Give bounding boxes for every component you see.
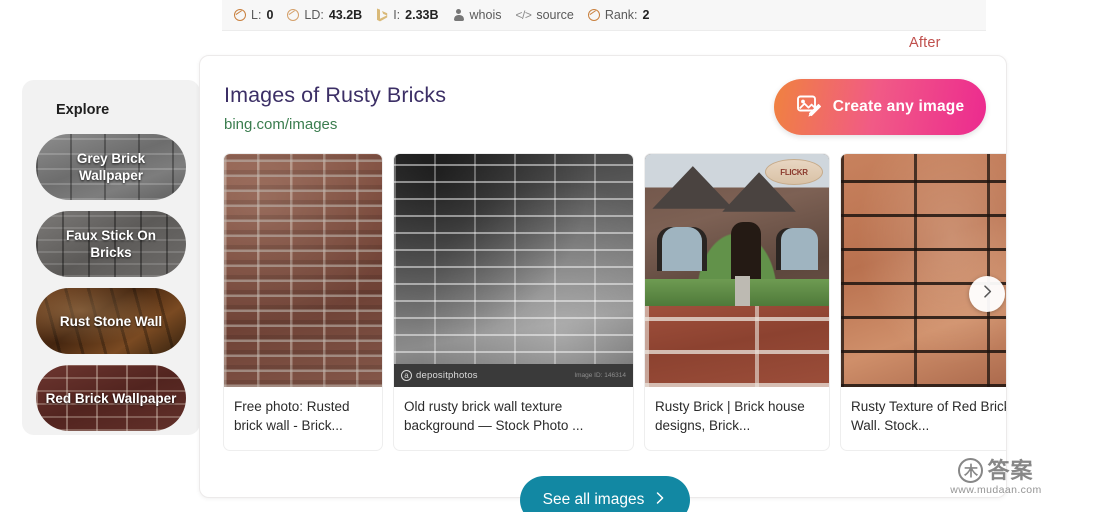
- thumbnail-image-orange-brick[interactable]: [841, 154, 1006, 388]
- sidebar-item-grey-brick-wallpaper[interactable]: Grey Brick Wallpaper: [36, 134, 186, 200]
- thumbnail-card[interactable]: Free photo: Rusted brick wall - Brick...: [223, 153, 383, 451]
- create-button-label: Create any image: [832, 98, 965, 115]
- card-header: Images of Rusty Bricks bing.com/images C…: [200, 56, 1006, 135]
- metric-index[interactable]: I: 2.33B: [376, 8, 439, 22]
- chevron-right-icon: [653, 491, 667, 510]
- thumbnail-caption: Old rusty brick wall texture background …: [404, 399, 584, 434]
- watermark-seal-icon: 木: [958, 458, 984, 483]
- metric-value: 2.33B: [405, 8, 439, 22]
- code-icon: </>: [515, 8, 532, 22]
- metric-value: 2: [642, 8, 650, 22]
- explore-heading: Explore: [56, 102, 110, 118]
- thumbnail-caption: Rusty Brick | Brick house designs, Brick…: [655, 399, 805, 434]
- metric-value: 43.2B: [328, 8, 363, 22]
- brick-closeup: [645, 306, 829, 388]
- watermark-chinese-text: 答案: [987, 457, 1034, 483]
- site-metrics-bar: L: 0 LD: 43.2B I: 2.33B whois </> source…: [222, 0, 986, 31]
- watermark-url: www.mudaan.com: [950, 484, 1042, 496]
- thumbnail-card[interactable]: FLICKR Rusty Brick | Brick house designs…: [644, 153, 830, 451]
- house-walkway: [735, 275, 750, 306]
- metric-label: LD:: [304, 8, 324, 22]
- chevron-right-icon: [980, 284, 995, 304]
- site-watermark: 木 答案 www.mudaan.com: [948, 458, 1044, 504]
- thumbnail-image-red-brick[interactable]: [224, 154, 382, 388]
- thumbnail-image-brick-house[interactable]: FLICKR: [645, 154, 829, 388]
- sidebar-item-red-brick-wallpaper[interactable]: Red Brick Wallpaper: [36, 365, 186, 431]
- thumbnail-card[interactable]: a depositphotos Image ID: 146314 Old rus…: [393, 153, 634, 451]
- depositphotos-image-id: Image ID: 146314: [574, 372, 626, 380]
- metric-label: source: [536, 8, 574, 22]
- image-thumbnail-strip[interactable]: Free photo: Rusted brick wall - Brick...…: [223, 153, 1007, 451]
- next-images-button[interactable]: [969, 276, 1005, 312]
- create-any-image-button[interactable]: Create any image: [774, 79, 986, 135]
- metric-rank[interactable]: Rank: 2: [587, 8, 650, 22]
- explore-sidebar: Explore Grey Brick Wallpaper Faux Stick …: [22, 80, 200, 435]
- thumbnail-caption: Free photo: Rusted brick wall - Brick...: [234, 399, 350, 434]
- sidebar-item-label: Grey Brick Wallpaper: [76, 151, 146, 183]
- see-all-images-button[interactable]: See all images: [520, 476, 690, 512]
- sidebar-item-rust-stone-wall[interactable]: Rust Stone Wall: [36, 288, 186, 354]
- image-wand-icon: [796, 94, 822, 121]
- ring-icon: [587, 9, 600, 21]
- person-icon: [453, 8, 465, 22]
- depositphotos-watermark-bar: a depositphotos Image ID: 146314: [394, 364, 633, 388]
- house-window-left: [661, 226, 703, 272]
- after-annotation-label: After: [909, 35, 941, 51]
- house-roof-left: [652, 166, 734, 209]
- metric-source-link[interactable]: </> source: [515, 8, 573, 22]
- depositphotos-name: depositphotos: [416, 370, 478, 382]
- depositphotos-mark-icon: a: [401, 370, 412, 382]
- sidebar-item-label: Red Brick Wallpaper: [45, 390, 177, 406]
- sidebar-item-label: Faux Stick On Bricks: [65, 228, 157, 260]
- see-all-label: See all images: [542, 491, 645, 508]
- house-window-right: [781, 228, 818, 270]
- thumbnail-image-grey-brick[interactable]: a depositphotos Image ID: 146314: [394, 154, 633, 388]
- metric-links[interactable]: L: 0: [234, 8, 273, 22]
- metric-label: I:: [393, 8, 401, 22]
- sidebar-item-faux-stick-on-bricks[interactable]: Faux Stick On Bricks: [36, 211, 186, 277]
- source-badge: FLICKR: [765, 159, 823, 185]
- metric-value: 0: [266, 8, 274, 22]
- house-door: [731, 222, 761, 284]
- metric-linking-domains[interactable]: LD: 43.2B: [287, 8, 362, 22]
- metric-whois-link[interactable]: whois: [453, 8, 502, 22]
- thumbnail-caption: Rusty Texture of Red Brick Wall. Stock..…: [851, 399, 1007, 434]
- metric-label: whois: [469, 8, 502, 22]
- metric-label: Rank:: [604, 8, 638, 22]
- ring-icon: [234, 9, 246, 21]
- source-badge-label: FLICKR: [780, 167, 808, 177]
- image-results-card: Images of Rusty Bricks bing.com/images C…: [199, 55, 1007, 498]
- sidebar-item-label: Rust Stone Wall: [59, 313, 163, 329]
- metric-label: L:: [251, 8, 262, 22]
- ring-icon: [287, 9, 300, 21]
- bing-icon: [376, 8, 388, 22]
